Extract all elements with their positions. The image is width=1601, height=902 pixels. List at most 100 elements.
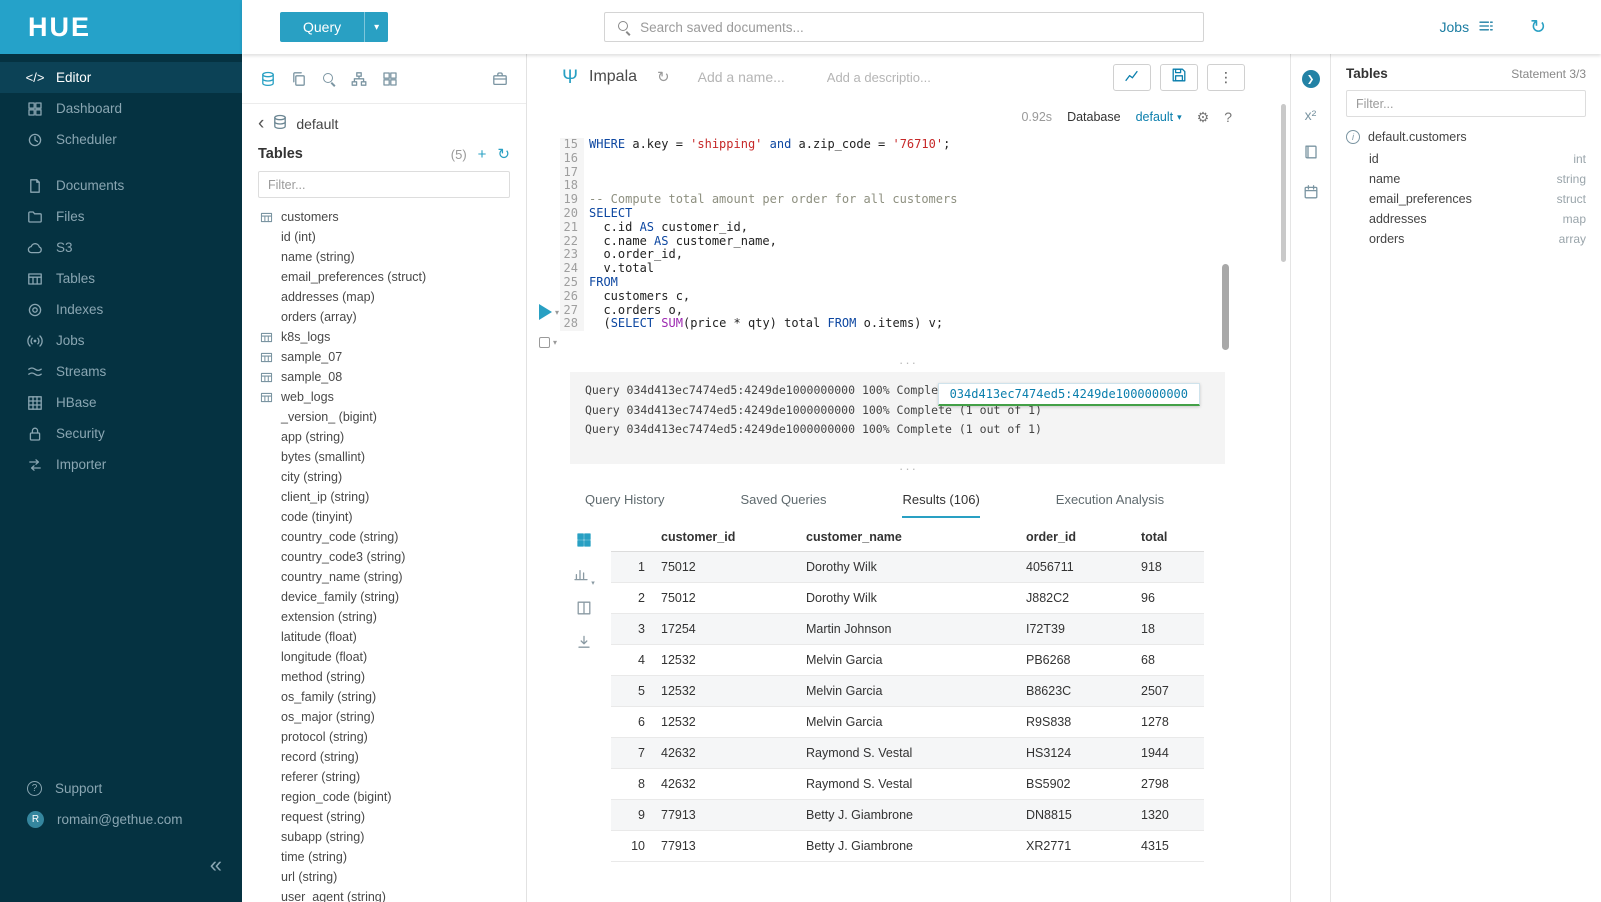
databases-button[interactable] xyxy=(260,71,276,87)
assist-column-item[interactable]: email_preferences (struct) xyxy=(258,267,510,287)
assist-column-item[interactable]: bytes (smallint) xyxy=(258,447,510,467)
schedule-button[interactable] xyxy=(1303,184,1319,205)
assistant-button[interactable]: ❯ xyxy=(1302,70,1320,88)
query-name-input[interactable]: Add a name... xyxy=(698,69,785,85)
editor-settings-gear-icon[interactable]: ⚙ xyxy=(1197,110,1210,124)
code-scrollbar[interactable] xyxy=(1222,264,1229,350)
breadcrumb-database-name[interactable]: default xyxy=(296,116,338,132)
tab-query-history[interactable]: Query History xyxy=(585,492,664,518)
log-resize-handle[interactable]: ··· xyxy=(527,358,1290,370)
hdfs-button[interactable] xyxy=(351,71,367,87)
assist-table-item[interactable]: k8s_logs xyxy=(258,327,510,347)
jobs-link[interactable]: Jobs xyxy=(1440,18,1495,37)
assist-column-item[interactable]: url (string) xyxy=(258,867,510,887)
assist-column-item[interactable]: name (string) xyxy=(258,247,510,267)
database-breadcrumb[interactable]: ‹ default xyxy=(258,114,510,133)
document-search[interactable] xyxy=(604,12,1204,42)
assist-column-item[interactable]: longitude (float) xyxy=(258,647,510,667)
chart-settings-button[interactable] xyxy=(1113,64,1151,91)
assist-column-item[interactable]: time (string) xyxy=(258,847,510,867)
editor-help-icon[interactable]: ? xyxy=(1224,110,1232,124)
sidebar-item-scheduler[interactable]: Scheduler xyxy=(0,124,242,155)
sidebar-item-editor[interactable]: </>Editor xyxy=(0,62,242,93)
right-assist-filter-input[interactable] xyxy=(1346,90,1586,117)
new-query-button-label[interactable]: Query xyxy=(280,12,364,42)
functions-button[interactable]: x² xyxy=(1303,107,1319,125)
assist-column-item[interactable]: code (tinyint) xyxy=(258,507,510,527)
sidebar-item-hbase[interactable]: HBase xyxy=(0,387,242,418)
snippet-expand-button[interactable]: ▾ xyxy=(539,337,557,348)
assist-column-item[interactable]: country_code3 (string) xyxy=(258,547,510,567)
assist-column-item[interactable]: os_family (string) xyxy=(258,687,510,707)
save-query-button[interactable] xyxy=(1160,64,1198,91)
sidebar-item-indexes[interactable]: Indexes xyxy=(0,294,242,325)
assist-column-item[interactable]: record (string) xyxy=(258,747,510,767)
assist-column-item[interactable]: country_code (string) xyxy=(258,527,510,547)
assist-column-item[interactable]: orders (array) xyxy=(258,307,510,327)
back-chevron-icon[interactable]: ‹ xyxy=(258,114,264,133)
assist-column-item[interactable]: subapp (string) xyxy=(258,827,510,847)
documents-button[interactable] xyxy=(291,71,307,87)
search-button[interactable] xyxy=(322,72,336,86)
assist-column-item[interactable]: method (string) xyxy=(258,667,510,687)
download-results-button[interactable] xyxy=(576,634,592,655)
footer-item-support[interactable]: ?Support xyxy=(0,773,242,804)
execute-button[interactable]: ▾ xyxy=(539,304,559,320)
refresh-tables-button[interactable]: ↻ xyxy=(497,147,510,162)
language-reference-button[interactable] xyxy=(1303,144,1319,165)
search-input[interactable] xyxy=(640,20,1191,35)
assist-column-item[interactable]: device_family (string) xyxy=(258,587,510,607)
chart-view-button[interactable]: ▾ xyxy=(573,566,595,587)
grid-view-button[interactable] xyxy=(576,532,592,553)
assist-filter-input[interactable] xyxy=(258,171,510,198)
assist-column-item[interactable]: idint xyxy=(1346,149,1586,169)
collapse-sidebar-button[interactable]: « xyxy=(210,854,222,876)
assist-column-item[interactable]: email_preferencesstruct xyxy=(1346,189,1586,209)
tab-execution-analysis[interactable]: Execution Analysis xyxy=(1056,492,1164,518)
new-query-button[interactable]: Query ▾ xyxy=(280,12,388,42)
assist-column-item[interactable]: user_agent (string) xyxy=(258,887,510,902)
query-type-dropdown[interactable]: ▾ xyxy=(364,12,388,42)
columns-toggle-button[interactable] xyxy=(576,600,592,621)
sidebar-item-tables[interactable]: Tables xyxy=(0,263,242,294)
assist-column-item[interactable]: ordersarray xyxy=(1346,229,1586,249)
assist-table-item[interactable]: sample_07 xyxy=(258,347,510,367)
assist-column-item[interactable]: country_name (string) xyxy=(258,567,510,587)
sidebar-item-documents[interactable]: Documents xyxy=(0,170,242,201)
assist-column-item[interactable]: client_ip (string) xyxy=(258,487,510,507)
sidebar-item-jobs[interactable]: Jobs xyxy=(0,325,242,356)
info-icon[interactable]: i xyxy=(1346,130,1360,144)
assist-table-item[interactable]: customers xyxy=(258,207,510,227)
assist-table-item[interactable]: sample_08 xyxy=(258,367,510,387)
query-description-input[interactable]: Add a descriptio... xyxy=(827,70,939,85)
restart-session-icon[interactable]: ↻ xyxy=(657,70,670,85)
editor-scrollbar[interactable] xyxy=(1281,104,1286,262)
assist-column-item[interactable]: app (string) xyxy=(258,427,510,447)
sidebar-item-importer[interactable]: Importer xyxy=(0,449,242,480)
assist-column-item[interactable]: request (string) xyxy=(258,807,510,827)
assist-column-item[interactable]: namestring xyxy=(1346,169,1586,189)
assist-column-item[interactable]: referer (string) xyxy=(258,767,510,787)
assist-column-item[interactable]: id (int) xyxy=(258,227,510,247)
assist-column-item[interactable]: protocol (string) xyxy=(258,727,510,747)
assist-column-item[interactable]: region_code (bigint) xyxy=(258,787,510,807)
assist-column-item[interactable]: extension (string) xyxy=(258,607,510,627)
assist-column-item[interactable]: addressesmap xyxy=(1346,209,1586,229)
code-editor[interactable]: 15WHERE a.key = 'shipping' and a.zip_cod… xyxy=(527,134,1290,358)
database-dropdown[interactable]: default ▾ xyxy=(1136,110,1182,124)
assist-column-item[interactable]: latitude (float) xyxy=(258,627,510,647)
add-table-button[interactable]: + xyxy=(478,147,487,162)
assist-column-item[interactable]: addresses (map) xyxy=(258,287,510,307)
query-history-icon[interactable]: ↻ xyxy=(1530,18,1546,37)
engine-selector[interactable]: Ψ Impala xyxy=(560,67,637,87)
sidebar-item-security[interactable]: Security xyxy=(0,418,242,449)
results-resize-handle[interactable]: ··· xyxy=(527,464,1290,476)
active-table-reference[interactable]: i default.customers xyxy=(1346,130,1586,144)
tab-results[interactable]: Results (106) xyxy=(902,492,979,518)
more-actions-button[interactable]: ⋮ xyxy=(1207,64,1245,91)
sidebar-item-files[interactable]: Files xyxy=(0,201,242,232)
sidebar-item-s3[interactable]: S3 xyxy=(0,232,242,263)
tab-saved-queries[interactable]: Saved Queries xyxy=(740,492,826,518)
sidebar-item-dashboard[interactable]: Dashboard xyxy=(0,93,242,124)
collections-button[interactable] xyxy=(492,71,508,87)
